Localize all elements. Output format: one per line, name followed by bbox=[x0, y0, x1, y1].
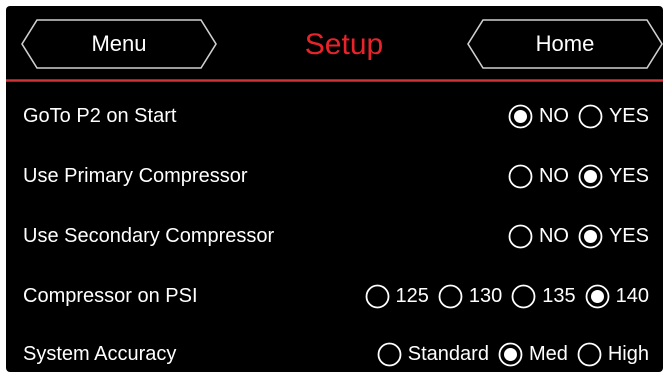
radio-option[interactable]: 130 bbox=[438, 284, 502, 309]
radio-group: Standard Med High bbox=[377, 328, 649, 372]
radio-selected-icon[interactable] bbox=[498, 342, 523, 367]
radio-option[interactable]: 135 bbox=[511, 284, 576, 309]
setting-label: Use Primary Compressor bbox=[23, 164, 248, 187]
radio-option-label: 135 bbox=[542, 284, 576, 307]
setting-label: Use Secondary Compressor bbox=[23, 224, 275, 247]
setting-row: Use Primary Compressor NO YES bbox=[6, 150, 663, 202]
radio-option-label: Standard bbox=[407, 342, 489, 365]
radio-unselected-icon[interactable] bbox=[511, 284, 536, 309]
radio-option-label: High bbox=[607, 342, 649, 365]
radio-option-label: YES bbox=[608, 104, 649, 127]
radio-group: NO YES bbox=[508, 90, 649, 142]
radio-option-label: YES bbox=[608, 164, 649, 187]
radio-option-label: 140 bbox=[615, 284, 649, 307]
radio-option[interactable]: 125 bbox=[365, 284, 429, 309]
radio-selected-icon[interactable] bbox=[578, 164, 603, 189]
radio-unselected-icon[interactable] bbox=[438, 284, 463, 309]
radio-selected-icon[interactable] bbox=[585, 284, 610, 309]
radio-option[interactable]: Standard bbox=[377, 342, 489, 367]
radio-group: NO YES bbox=[508, 210, 649, 262]
setting-row: GoTo P2 on Start NO YES bbox=[6, 90, 663, 142]
radio-option[interactable]: YES bbox=[578, 104, 649, 129]
setting-label: GoTo P2 on Start bbox=[23, 104, 177, 127]
radio-selected-icon[interactable] bbox=[508, 104, 533, 129]
radio-option-label: Med bbox=[528, 342, 568, 365]
radio-unselected-icon[interactable] bbox=[508, 224, 533, 249]
radio-option[interactable]: NO bbox=[508, 104, 569, 129]
radio-option[interactable]: YES bbox=[578, 164, 649, 189]
radio-option-label: 125 bbox=[395, 284, 429, 307]
radio-option[interactable]: 140 bbox=[585, 284, 649, 309]
radio-option-label: YES bbox=[608, 224, 649, 247]
header-divider bbox=[6, 79, 663, 82]
radio-unselected-icon[interactable] bbox=[377, 342, 402, 367]
menu-button-label: Menu bbox=[91, 31, 147, 56]
radio-unselected-icon[interactable] bbox=[508, 164, 533, 189]
radio-option-label: NO bbox=[538, 104, 569, 127]
setting-row: System Accuracy Standard Med High bbox=[6, 328, 663, 372]
radio-option-label: 130 bbox=[468, 284, 503, 307]
radio-option[interactable]: YES bbox=[578, 224, 649, 249]
setting-row: Compressor on PSI 125 130 135 140 bbox=[6, 270, 663, 322]
header-bar: Menu Setup Home bbox=[6, 6, 663, 84]
radio-group: NO YES bbox=[508, 150, 649, 202]
radio-option[interactable]: Med bbox=[498, 342, 568, 367]
radio-option[interactable]: High bbox=[577, 342, 649, 367]
setting-label: Compressor on PSI bbox=[23, 284, 198, 307]
radio-unselected-icon[interactable] bbox=[365, 284, 390, 309]
page-title: Setup bbox=[304, 28, 384, 61]
radio-option[interactable]: NO bbox=[508, 224, 569, 249]
radio-option[interactable]: NO bbox=[508, 164, 569, 189]
setting-label: System Accuracy bbox=[23, 342, 177, 365]
radio-unselected-icon[interactable] bbox=[578, 104, 603, 129]
radio-unselected-icon[interactable] bbox=[577, 342, 602, 367]
radio-group: 125 130 135 140 bbox=[365, 270, 649, 322]
menu-button[interactable]: Menu bbox=[21, 19, 217, 69]
setup-screen: Menu Setup Home GoTo P2 on Start NO YES Use… bbox=[6, 6, 663, 372]
radio-selected-icon[interactable] bbox=[578, 224, 603, 249]
home-button[interactable]: Home bbox=[467, 19, 663, 69]
home-button-label: Home bbox=[535, 31, 595, 56]
radio-option-label: NO bbox=[538, 224, 569, 247]
radio-option-label: NO bbox=[538, 164, 569, 187]
setting-row: Use Secondary Compressor NO YES bbox=[6, 210, 663, 262]
